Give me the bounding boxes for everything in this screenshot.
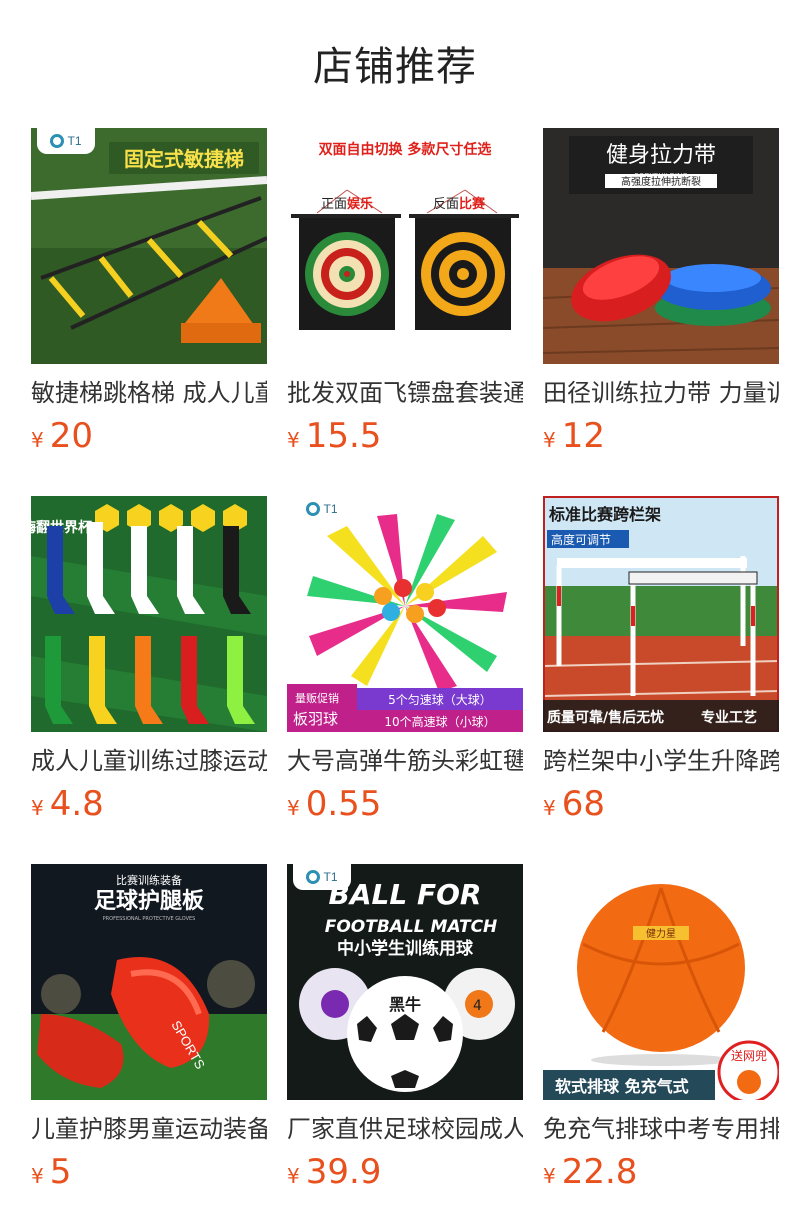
price-value: 22.8 <box>561 1152 638 1192</box>
brand-logo-icon <box>306 870 321 884</box>
currency-symbol: ¥ <box>287 796 300 820</box>
product-name[interactable]: 大号高弹牛筋头彩虹毽球 <box>287 744 523 778</box>
product-name[interactable]: 厂家直供足球校园成人训练 <box>287 1112 523 1146</box>
currency-symbol: ¥ <box>287 428 300 452</box>
product-card[interactable]: 健力星 软式排球 免充气式 送网兜 免充气排球中考专用排球 ¥22.8 <box>543 864 779 1200</box>
product-name[interactable]: 敏捷梯跳格梯 成人儿童训练 <box>31 376 267 410</box>
overlay-text: BALL FOR <box>329 878 482 911</box>
brand-logo-icon <box>50 134 65 148</box>
overlay-text: 4 <box>473 998 482 1014</box>
soccer-ball-image[interactable]: BALL FOR FOOTBALL MATCH 中小学生训练用球 4 黑牛 T1 <box>287 864 523 1100</box>
overlay-text: 10个高速球（小球） <box>384 714 495 729</box>
product-card[interactable]: 嗨翻世界杯 成人儿童训练过膝运动足球袜 ¥4.8 <box>31 496 267 832</box>
brand-badge: T1 <box>37 128 95 154</box>
overlay-text: 健身拉力带 <box>606 143 716 168</box>
price-value: 5 <box>49 1152 72 1192</box>
overlay-text: 正面 <box>321 197 347 212</box>
product-name[interactable]: 免充气排球中考专用排球 <box>543 1112 779 1146</box>
overlay-text: 比赛训练装备 <box>116 873 182 887</box>
overlay-text: 双面自由切换 多款尺寸任选 <box>319 141 492 158</box>
product-price: ¥12 <box>543 416 779 456</box>
overlay-text: 比赛 <box>459 196 486 212</box>
product-price: ¥4.8 <box>31 784 267 824</box>
football-socks-image[interactable]: 嗨翻世界杯 <box>31 496 267 732</box>
feather-shuttlecock-image[interactable]: 量贩促销 板羽球 5个匀速球（大球） 10个高速球（小球） T1 <box>287 496 523 732</box>
currency-symbol: ¥ <box>31 796 44 820</box>
overlay-text: 健力星 <box>646 927 676 940</box>
product-price: ¥22.8 <box>543 1152 779 1192</box>
product-price: ¥15.5 <box>287 416 523 456</box>
brand-logo-icon <box>306 502 321 516</box>
product-card[interactable]: 量贩促销 板羽球 5个匀速球（大球） 10个高速球（小球） T1 大号高弹牛筋头… <box>287 496 523 832</box>
page-title: 店铺推荐 <box>313 44 477 90</box>
overlay-text: PROFESSIONAL PROTECTIVE GLOVES <box>103 916 196 922</box>
overlay-text: 质量可靠/售后无忧 <box>547 709 664 726</box>
overlay-text: 高强度拉伸抗断裂 <box>621 175 701 188</box>
soft-volleyball-image[interactable]: 健力星 软式排球 免充气式 送网兜 <box>543 864 779 1100</box>
product-price: ¥20 <box>31 416 267 456</box>
overlay-text: 高度可调节 <box>551 532 611 547</box>
overlay-text: 送网兜 <box>731 1048 767 1063</box>
product-price: ¥68 <box>543 784 779 824</box>
currency-symbol: ¥ <box>31 1164 44 1188</box>
product-name[interactable]: 批发双面飞镖盘套装通用 <box>287 376 523 410</box>
overlay-text: 反面 <box>433 197 459 212</box>
overlay-text: 娱乐 <box>347 196 373 212</box>
price-value: 12 <box>561 416 605 456</box>
currency-symbol: ¥ <box>543 428 556 452</box>
price-value: 20 <box>49 416 93 456</box>
currency-symbol: ¥ <box>287 1164 300 1188</box>
brand-badge: T1 <box>293 496 351 522</box>
agility-ladder-image[interactable]: 固定式敏捷梯 T1 <box>31 128 267 364</box>
price-value: 39.9 <box>305 1152 382 1192</box>
overlay-text: FOOTBALL MATCH <box>325 917 498 937</box>
product-name[interactable]: 成人儿童训练过膝运动足球袜 <box>31 744 267 778</box>
overlay-text: 中小学生训练用球 <box>337 938 474 959</box>
product-card[interactable]: 比赛训练装备 足球护腿板 PROFESSIONAL PROTECTIVE GLO… <box>31 864 267 1200</box>
product-grid: 固定式敏捷梯 T1 敏捷梯跳格梯 成人儿童训练 ¥20 双面自由切换 多款尺寸任… <box>31 128 779 1200</box>
price-value: 68 <box>561 784 605 824</box>
hurdle-rack-image[interactable]: 标准比赛跨栏架 高度可调节 质量可靠/售后无忧 专业工艺 <box>543 496 779 732</box>
resistance-band-image[interactable]: 健身拉力带 BODYBUILDING 高强度拉伸抗断裂 <box>543 128 779 364</box>
product-price: ¥0.55 <box>287 784 523 824</box>
overlay-text: 软式排球 免充气式 <box>555 1077 689 1096</box>
overlay-text: 5个匀速球（大球） <box>388 693 492 707</box>
currency-symbol: ¥ <box>31 428 44 452</box>
shin-guard-image[interactable]: 比赛训练装备 足球护腿板 PROFESSIONAL PROTECTIVE GLO… <box>31 864 267 1100</box>
product-price: ¥5 <box>31 1152 267 1192</box>
overlay-text: 固定式敏捷梯 <box>124 147 244 171</box>
product-name[interactable]: 儿童护膝男童运动装备 <box>31 1112 267 1146</box>
brand-badge: T1 <box>293 864 351 890</box>
overlay-text: 量贩促销 <box>295 691 339 705</box>
product-name[interactable]: 跨栏架中小学生升降跨栏 <box>543 744 779 778</box>
overlay-text: 黑牛 <box>389 995 421 1014</box>
price-value: 4.8 <box>49 784 104 824</box>
product-price: ¥39.9 <box>287 1152 523 1192</box>
overlay-text: 足球护腿板 <box>94 889 205 914</box>
dartboard-image[interactable]: 双面自由切换 多款尺寸任选 正面 娱乐 反面 比赛 <box>287 128 523 364</box>
product-card[interactable]: 固定式敏捷梯 T1 敏捷梯跳格梯 成人儿童训练 ¥20 <box>31 128 267 464</box>
overlay-text: 标准比赛跨栏架 <box>548 505 661 524</box>
price-value: 0.55 <box>305 784 382 824</box>
product-card[interactable]: 标准比赛跨栏架 高度可调节 质量可靠/售后无忧 专业工艺 跨栏架中小学生升降跨栏… <box>543 496 779 832</box>
overlay-text: 专业工艺 <box>701 709 757 726</box>
product-name[interactable]: 田径训练拉力带 力量训练 <box>543 376 779 410</box>
product-card[interactable]: 双面自由切换 多款尺寸任选 正面 娱乐 反面 比赛 批发双面飞镖盘套装通用 ¥1 <box>287 128 523 464</box>
currency-symbol: ¥ <box>543 1164 556 1188</box>
price-value: 15.5 <box>305 416 382 456</box>
product-card[interactable]: 健身拉力带 BODYBUILDING 高强度拉伸抗断裂 田径训练拉力带 力量训练… <box>543 128 779 464</box>
overlay-text: 板羽球 <box>293 710 338 728</box>
currency-symbol: ¥ <box>543 796 556 820</box>
product-card[interactable]: BALL FOR FOOTBALL MATCH 中小学生训练用球 4 黑牛 T1… <box>287 864 523 1200</box>
